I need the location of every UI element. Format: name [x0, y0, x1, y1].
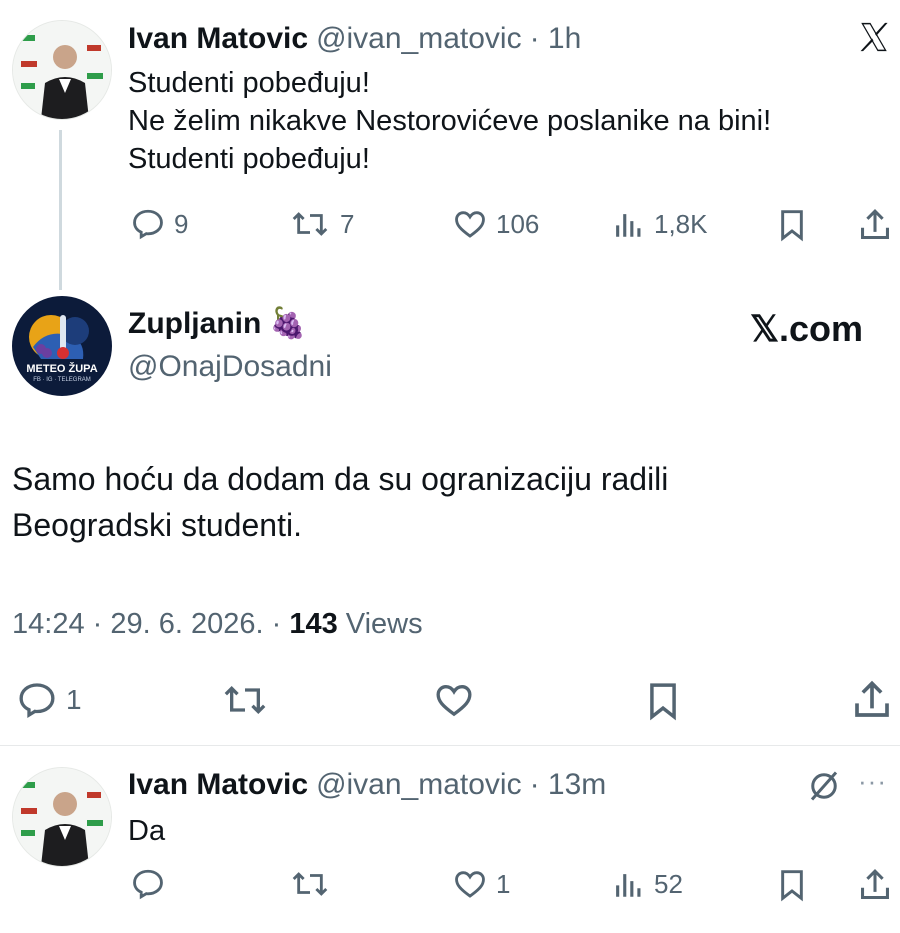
avatar[interactable] [12, 767, 112, 867]
retweet-icon [292, 872, 328, 896]
author-handle[interactable]: @ivan_matovic [316, 768, 522, 802]
views-count: 1,8K [654, 208, 708, 239]
heart-icon [455, 871, 485, 898]
share-button[interactable] [858, 867, 892, 903]
author-name[interactable]: Zupljanin [128, 307, 261, 341]
retweet-button[interactable] [288, 867, 332, 901]
retweet-button[interactable]: 7 [288, 207, 354, 241]
grok-icon[interactable] [806, 768, 842, 809]
like-count: 1 [496, 868, 511, 899]
divider [0, 745, 900, 746]
bookmark-button[interactable] [776, 867, 808, 903]
bookmark-button[interactable] [644, 680, 682, 722]
share-button[interactable] [858, 207, 892, 243]
retweet-icon [292, 212, 328, 236]
like-button[interactable] [432, 680, 476, 720]
avatar[interactable] [12, 20, 112, 120]
share-icon [861, 208, 889, 239]
grapes-emoji: 🍇 [269, 307, 307, 340]
like-button[interactable]: 1 [452, 867, 510, 901]
tweet-line: Studenti pobeđuju! [128, 67, 370, 99]
tweet-time[interactable]: · 1h [530, 22, 582, 56]
like-button[interactable]: 106 [452, 207, 539, 241]
author-handle[interactable]: @OnajDosadni [128, 350, 332, 384]
tweet-line: Beogradski studenti. [12, 507, 302, 543]
reply-icon [133, 869, 163, 900]
retweet-count: 7 [340, 208, 355, 239]
bookmark-button[interactable] [776, 207, 808, 243]
share-icon [861, 868, 889, 899]
heart-icon [455, 211, 485, 238]
author-handle[interactable]: @ivan_matovic [316, 22, 522, 56]
tweet-text: Studenti pobeđuju! Ne želim nikakve Nest… [128, 64, 888, 178]
reply-count: 1 [66, 684, 82, 715]
tweet-text: Samo hoću da dodam da su ogranizaciju ra… [12, 456, 892, 548]
avatar-text: METEO ŽUPA [26, 363, 98, 375]
thread-line [59, 130, 62, 290]
tweet-line: Studenti pobeđuju! [128, 143, 370, 175]
tweet-line: Samo hoću da dodam da su ogranizaciju ra… [12, 461, 669, 497]
bookmark-icon [781, 210, 803, 242]
reply-icon [133, 209, 163, 240]
more-options-icon[interactable]: ··· [858, 766, 887, 797]
profile-photo [13, 21, 111, 119]
reply-button[interactable]: 9 [130, 207, 188, 241]
heart-icon [436, 684, 472, 717]
tweet-time[interactable]: 14:24 [12, 608, 85, 640]
tweet-time[interactable]: · 13m [530, 768, 607, 802]
views-icon [616, 214, 641, 237]
retweet-button[interactable] [220, 680, 270, 720]
x-logo-icon[interactable] [856, 20, 892, 59]
bookmark-icon [781, 870, 803, 902]
brand-watermark: 𝕏.com [750, 308, 864, 349]
profile-photo [13, 768, 111, 866]
views-count: 52 [654, 868, 683, 899]
views-count: 143 [289, 608, 338, 640]
views-label: Views [345, 608, 423, 640]
reply-button[interactable]: 1 [16, 680, 82, 720]
reply-icon [19, 683, 55, 718]
like-count: 106 [496, 208, 540, 239]
tweet-meta: 14:24 · 29. 6. 2026. · 143 Views [12, 608, 423, 641]
avatar[interactable]: METEO ŽUPA FB · IG · TELEGRAM [12, 296, 112, 396]
reply-count: 9 [174, 208, 189, 239]
views-button[interactable]: 1,8K [612, 207, 708, 241]
tweet-text: Da [128, 815, 166, 847]
avatar-subtext: FB · IG · TELEGRAM [33, 377, 91, 383]
retweet-icon [224, 685, 266, 715]
bookmark-icon [650, 683, 676, 721]
tweet-line: Ne želim nikakve Nestorovićeve poslanike… [128, 105, 772, 137]
views-icon [616, 874, 641, 897]
views-button[interactable]: 52 [612, 867, 683, 901]
author-name[interactable]: Ivan Matovic [128, 768, 308, 802]
share-button[interactable] [852, 678, 892, 722]
reply-button[interactable] [130, 867, 166, 901]
author-name[interactable]: Ivan Matovic [128, 22, 308, 56]
tweet-date[interactable]: · 29. 6. 2026. · [93, 608, 282, 640]
share-icon [855, 680, 889, 717]
